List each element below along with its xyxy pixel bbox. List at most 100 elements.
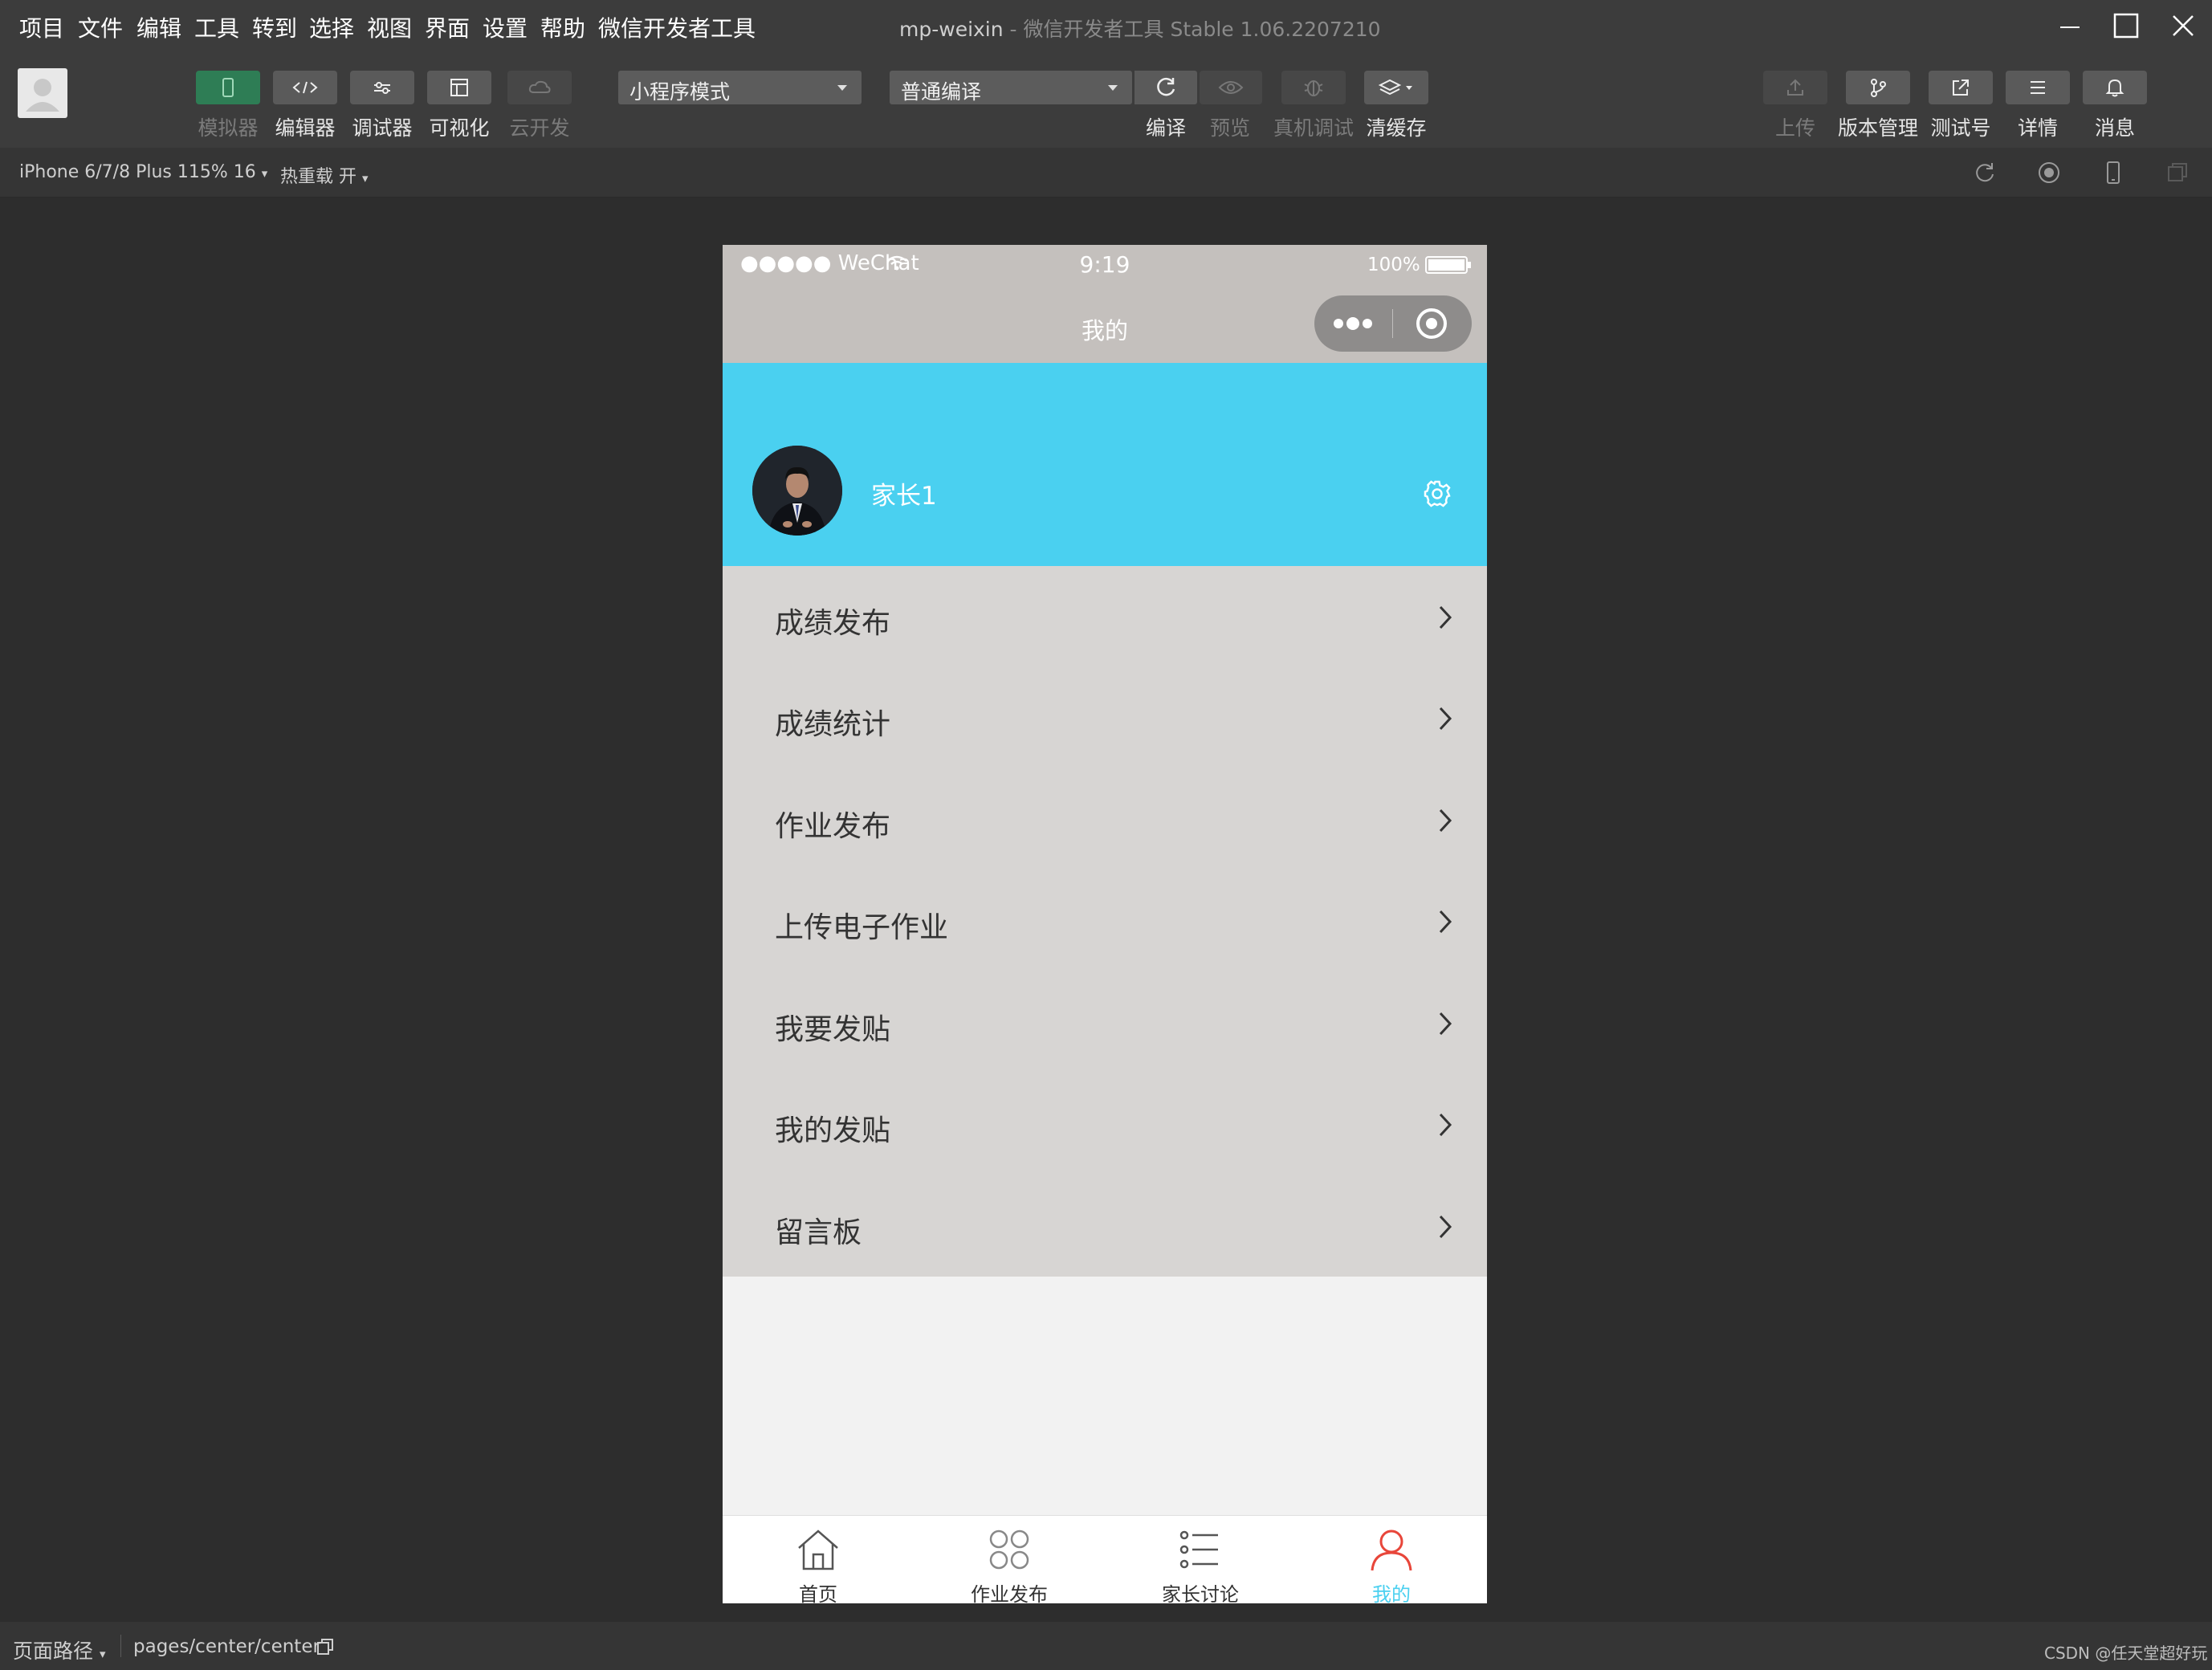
menu-edit[interactable]: 编辑 bbox=[136, 11, 181, 43]
phone-nav-bar: 我的 bbox=[723, 287, 1487, 367]
user-avatar[interactable] bbox=[18, 68, 67, 118]
maximize-button[interactable] bbox=[2108, 8, 2144, 43]
cloud-icon bbox=[528, 80, 551, 93]
copy-path-button[interactable] bbox=[316, 1637, 335, 1660]
clover-icon bbox=[989, 1529, 1029, 1570]
menu-selection[interactable]: 选择 bbox=[309, 11, 354, 43]
phone-simulator: ●●●●● WeChat 9:19 100% 我的 家长1 成绩发布 成绩统计 … bbox=[723, 245, 1487, 1603]
visual-button[interactable] bbox=[427, 71, 491, 104]
cloud-button[interactable] bbox=[507, 71, 572, 104]
gear-icon bbox=[1424, 480, 1451, 507]
mode-select[interactable]: 小程序模式 bbox=[618, 71, 862, 104]
menu-item-grade-stats[interactable]: 成绩统计 bbox=[723, 667, 1487, 768]
center-menu-list: 成绩发布 成绩统计 作业发布 上传电子作业 我要发贴 我的发贴 留言板 bbox=[723, 566, 1487, 1277]
watermark-text: CSDN @任天堂超好玩 bbox=[2044, 1644, 2208, 1663]
more-button[interactable] bbox=[1314, 295, 1392, 352]
minimize-button[interactable] bbox=[2052, 8, 2088, 43]
compile-select[interactable]: 普通编译 bbox=[890, 71, 1132, 104]
tab-homework[interactable]: 作业发布 bbox=[914, 1516, 1105, 1603]
battery-icon bbox=[1425, 256, 1472, 279]
test-account-button[interactable] bbox=[1929, 71, 1993, 104]
menu-item-my-posts[interactable]: 我的发贴 bbox=[723, 1073, 1487, 1175]
menu-item-homework-publish[interactable]: 作业发布 bbox=[723, 769, 1487, 870]
avatar[interactable] bbox=[752, 446, 842, 536]
chevron-right-icon bbox=[1439, 1215, 1452, 1239]
menu-help[interactable]: 帮助 bbox=[540, 11, 585, 43]
user-icon bbox=[1371, 1529, 1412, 1571]
menu-tools[interactable]: 工具 bbox=[194, 11, 239, 43]
menu-item-label: 留言板 bbox=[775, 1216, 862, 1249]
menu-project[interactable]: 项目 bbox=[19, 11, 64, 43]
compile-button[interactable] bbox=[1135, 71, 1197, 104]
tab-home[interactable]: 首页 bbox=[723, 1516, 914, 1603]
bug-icon bbox=[1304, 80, 1323, 96]
chevron-right-icon bbox=[1439, 707, 1452, 731]
settings-button[interactable] bbox=[1421, 478, 1453, 513]
cloud-label: 云开发 bbox=[509, 116, 570, 140]
tab-discussion[interactable]: 家长讨论 bbox=[1105, 1516, 1296, 1603]
more-dots-icon bbox=[1334, 317, 1372, 330]
capsule-menu bbox=[1314, 295, 1472, 352]
close-miniprogram-button[interactable] bbox=[1394, 295, 1472, 352]
version-label: 版本管理 bbox=[1837, 116, 1918, 140]
device-frame-button[interactable] bbox=[2100, 160, 2126, 189]
battery-percent: 100% bbox=[1367, 255, 1420, 275]
chevron-down-icon: ▾ bbox=[261, 166, 268, 181]
menu-item-label: 作业发布 bbox=[775, 810, 891, 843]
chevron-right-icon bbox=[1439, 910, 1452, 934]
page-path-select[interactable]: 页面路径 ▾ bbox=[13, 1635, 106, 1664]
menu-item-new-post[interactable]: 我要发贴 bbox=[723, 972, 1487, 1073]
chevron-down-icon: ▾ bbox=[362, 171, 369, 185]
avatar-portrait bbox=[752, 446, 842, 536]
menu-wechat-devtools[interactable]: 微信开发者工具 bbox=[598, 11, 756, 43]
menu-file[interactable]: 文件 bbox=[78, 11, 123, 43]
menu-interface[interactable]: 界面 bbox=[425, 11, 470, 43]
device-select[interactable]: iPhone 6/7/8 Plus 115% 16 ▾ bbox=[19, 162, 267, 182]
bell-icon bbox=[2105, 79, 2124, 97]
rotate-button[interactable] bbox=[1972, 160, 1998, 189]
version-button[interactable] bbox=[1846, 71, 1910, 104]
messages-button[interactable] bbox=[2083, 71, 2147, 104]
menu-view[interactable]: 视图 bbox=[367, 11, 412, 43]
preview-button[interactable] bbox=[1200, 71, 1262, 104]
window-title-project: mp-weixin bbox=[899, 18, 1004, 41]
chevron-right-icon bbox=[1439, 605, 1452, 629]
mode-select-value: 小程序模式 bbox=[629, 80, 731, 104]
upload-icon bbox=[1787, 79, 1803, 96]
phone-status-bar: ●●●●● WeChat 9:19 100% bbox=[723, 245, 1487, 287]
menu-icon bbox=[2031, 81, 2045, 94]
close-window-button[interactable] bbox=[2165, 8, 2201, 43]
menu-item-label: 上传电子作业 bbox=[775, 911, 949, 944]
details-button[interactable] bbox=[2006, 71, 2070, 104]
refresh-icon bbox=[1157, 77, 1175, 96]
menu-item-upload-homework[interactable]: 上传电子作业 bbox=[723, 870, 1487, 971]
phone-icon bbox=[222, 78, 234, 97]
editor-label: 编辑器 bbox=[275, 116, 336, 140]
profile-header: 家长1 bbox=[723, 363, 1487, 566]
hot-reload-select[interactable]: 热重载 开 ▾ bbox=[280, 162, 369, 188]
chevron-down-icon bbox=[837, 85, 847, 91]
simulator-button[interactable] bbox=[196, 71, 260, 104]
real-debug-label: 真机调试 bbox=[1273, 116, 1354, 140]
hot-reload-value: 热重载 开 bbox=[280, 167, 356, 187]
upload-label: 上传 bbox=[1774, 116, 1815, 140]
menu-item-message-board[interactable]: 留言板 bbox=[723, 1175, 1487, 1277]
chevron-right-icon bbox=[1439, 1012, 1452, 1036]
record-button[interactable] bbox=[2036, 160, 2062, 189]
menu-goto[interactable]: 转到 bbox=[252, 11, 297, 43]
tab-bar: 首页 作业发布 家长讨论 我的 bbox=[723, 1515, 1487, 1603]
menu-item-grade-publish[interactable]: 成绩发布 bbox=[723, 566, 1487, 667]
debugger-button[interactable] bbox=[350, 71, 414, 104]
editor-button[interactable] bbox=[273, 71, 337, 104]
page-path: pages/center/center bbox=[133, 1636, 320, 1657]
menu-settings[interactable]: 设置 bbox=[483, 11, 528, 43]
simulator-label: 模拟器 bbox=[198, 116, 259, 140]
real-debug-button[interactable] bbox=[1281, 71, 1346, 104]
chevron-down-icon bbox=[1108, 85, 1118, 91]
clear-cache-button[interactable] bbox=[1364, 71, 1428, 104]
menu-item-label: 成绩发布 bbox=[775, 607, 891, 640]
tab-mine[interactable]: 我的 bbox=[1296, 1516, 1487, 1603]
upload-button[interactable] bbox=[1763, 71, 1827, 104]
detach-window-button[interactable] bbox=[2165, 160, 2190, 189]
target-icon bbox=[1416, 308, 1447, 339]
